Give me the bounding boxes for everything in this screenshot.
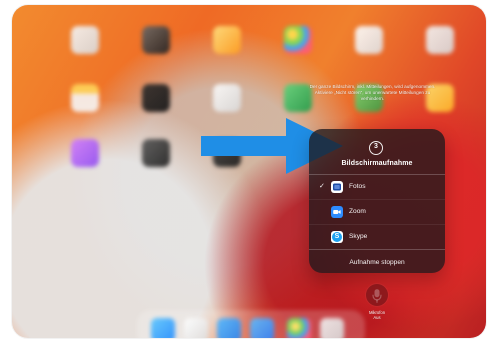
recording-target-label: Fotos <box>349 183 366 190</box>
app-icon-row2-col3 <box>213 84 241 112</box>
microphone-label-line-2: Aus <box>373 315 381 320</box>
dock-icon-4 <box>250 318 274 338</box>
skype-icon: S <box>331 231 343 243</box>
recording-target-label: Skype <box>349 233 368 240</box>
recording-target-zoom[interactable]: Zoom <box>309 199 445 224</box>
microphone-icon <box>372 289 382 303</box>
app-icon-row1-col6 <box>426 26 454 54</box>
stop-recording-button[interactable]: Aufnahme stoppen <box>309 249 445 273</box>
recording-target-skype[interactable]: S Skype <box>309 224 445 249</box>
app-icon-row1-col4 <box>284 26 312 54</box>
checkmark-icon: ✓ <box>319 183 325 190</box>
app-icon-row2-col2 <box>142 84 170 112</box>
app-icon-row3-col1 <box>71 139 99 167</box>
microphone-button[interactable] <box>366 284 388 306</box>
photos-icon <box>331 181 343 193</box>
record-countdown-icon: 3 <box>369 141 383 155</box>
app-icon-row1-col3 <box>213 26 241 54</box>
panel-title: Bildschirmaufnahme <box>341 160 413 167</box>
screen-recording-panel: 3 Bildschirmaufnahme ✓ Fotos Zoom S Skyp… <box>309 129 445 273</box>
ipad-screen: Der ganze Bildschirm, inkl. Mitteilungen… <box>12 5 486 338</box>
dock-icon-1 <box>151 318 175 338</box>
dock-icon-3 <box>217 318 241 338</box>
app-icon-row1-col2 <box>142 26 170 54</box>
microphone-label: Mikrofon Aus <box>361 310 393 320</box>
app-icon-row2-col1 <box>71 84 99 112</box>
app-icon-row1-col5 <box>355 26 383 54</box>
panel-header: 3 Bildschirmaufnahme <box>309 129 445 174</box>
countdown-number: 3 <box>374 143 378 151</box>
app-icon-row3-col2 <box>142 139 170 167</box>
stop-recording-label: Aufnahme stoppen <box>349 258 405 266</box>
dock-icon-2 <box>184 318 208 338</box>
microphone-control[interactable]: Mikrofon Aus <box>363 284 391 330</box>
zoom-icon <box>331 206 343 218</box>
recording-notice: Der ganze Bildschirm, inkl. Mitteilungen… <box>309 84 436 101</box>
recording-target-fotos[interactable]: ✓ Fotos <box>309 175 445 199</box>
dock-icon-5 <box>287 318 311 338</box>
app-icon-row1-col1 <box>71 26 99 54</box>
recording-target-label: Zoom <box>349 208 366 215</box>
dock-icon-6 <box>320 318 344 338</box>
